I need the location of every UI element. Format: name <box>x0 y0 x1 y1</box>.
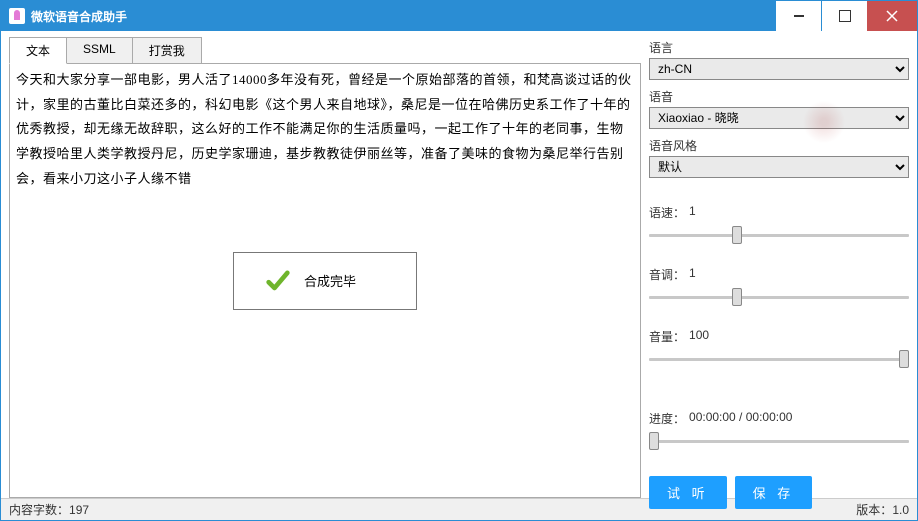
left-panel: 文本 SSML 打赏我 今天和大家分享一部电影，男人活了14000多年没有死，曾… <box>9 37 641 498</box>
progress-value: 00:00:00 / 00:00:00 <box>689 410 792 427</box>
status-toast: 合成完毕 <box>233 252 417 310</box>
app-icon <box>9 8 25 24</box>
toast-message: 合成完毕 <box>304 271 356 290</box>
right-panel: 语言 zh-CN 语音 Xiaoxiao - 晓晓 语音风格 默认 语速：1 <box>649 37 909 498</box>
content-area: 文本 SSML 打赏我 今天和大家分享一部电影，男人活了14000多年没有死，曾… <box>1 31 917 498</box>
close-button[interactable] <box>867 1 917 31</box>
volume-label: 音量： <box>649 328 685 345</box>
minimize-button[interactable] <box>776 1 821 31</box>
style-select[interactable]: 默认 <box>649 156 909 178</box>
style-label: 语音风格 <box>649 137 909 154</box>
speed-slider[interactable] <box>649 225 909 245</box>
app-window: 微软语音合成助手 文本 SSML 打赏我 今天和大家分享一部电影，男人活了140… <box>0 0 918 521</box>
action-buttons: 试 听 保 存 <box>649 476 909 509</box>
voice-field: 语音 Xiaoxiao - 晓晓 <box>649 88 909 129</box>
tab-ssml[interactable]: SSML <box>66 37 133 64</box>
voice-label: 语音 <box>649 88 909 105</box>
listen-button[interactable]: 试 听 <box>649 476 727 509</box>
speed-label: 语速： <box>649 204 685 221</box>
tab-donate[interactable]: 打赏我 <box>132 37 202 64</box>
progress-label: 进度： <box>649 410 685 427</box>
pitch-slider[interactable] <box>649 287 909 307</box>
check-icon <box>264 267 292 295</box>
language-field: 语言 zh-CN <box>649 39 909 80</box>
char-count-value: 197 <box>69 503 89 517</box>
tab-bar: 文本 SSML 打赏我 <box>9 37 641 64</box>
progress-field: 进度：00:00:00 / 00:00:00 <box>649 410 909 454</box>
volume-value: 100 <box>689 328 709 345</box>
language-label: 语言 <box>649 39 909 56</box>
speed-field: 语速：1 <box>649 204 909 248</box>
window-controls <box>775 1 917 31</box>
char-count-label: 内容字数： <box>9 501 69 518</box>
save-button[interactable]: 保 存 <box>735 476 813 509</box>
titlebar[interactable]: 微软语音合成助手 <box>1 1 917 31</box>
style-field: 语音风格 默认 <box>649 137 909 178</box>
pitch-field: 音调：1 <box>649 266 909 310</box>
text-panel: 今天和大家分享一部电影，男人活了14000多年没有死，曾经是一个原始部落的首领，… <box>9 63 641 498</box>
pitch-label: 音调： <box>649 266 685 283</box>
maximize-button[interactable] <box>822 1 867 31</box>
volume-field: 音量：100 <box>649 328 909 372</box>
speed-value: 1 <box>689 204 696 221</box>
tab-text[interactable]: 文本 <box>9 37 67 64</box>
window-title: 微软语音合成助手 <box>31 8 775 25</box>
voice-select[interactable]: Xiaoxiao - 晓晓 <box>649 107 909 129</box>
volume-slider[interactable] <box>649 349 909 369</box>
language-select[interactable]: zh-CN <box>649 58 909 80</box>
pitch-value: 1 <box>689 266 696 283</box>
progress-slider[interactable] <box>649 431 909 451</box>
